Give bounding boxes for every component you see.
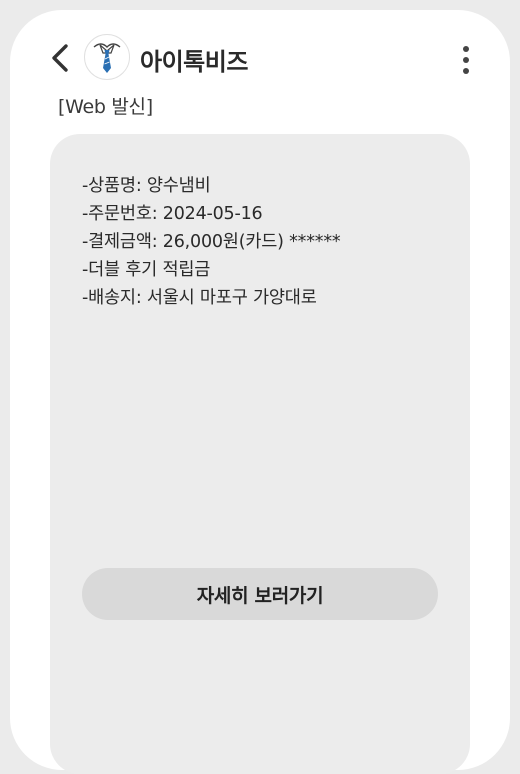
more-vertical-icon[interactable]: [456, 42, 476, 78]
sender-avatar[interactable]: [84, 34, 130, 80]
message-bubble: -상품명: 양수냄비 -주문번호: 2024-05-16 -결제금액: 26,0…: [50, 134, 470, 774]
view-details-button[interactable]: 자세히 보러가기: [82, 568, 438, 620]
chevron-left-icon[interactable]: [46, 40, 74, 76]
message-line: -상품명: 양수냄비: [82, 176, 211, 196]
message-line: -주문번호: 2024-05-16: [82, 204, 263, 224]
phone-frame: 아이톡비즈 [Web 발신] -상품명: 양수냄비 -주문번호: 2024-05…: [10, 10, 510, 774]
message-line: -배송지: 서울시 마포구 가양대로: [82, 288, 317, 308]
necktie-logo-icon: [93, 43, 121, 73]
sender-name: 아이톡비즈: [140, 48, 248, 76]
message-line: -결제금액: 26,000원(카드) ******: [82, 232, 341, 252]
chat-header: 아이톡비즈: [10, 34, 510, 98]
message-body: -상품명: 양수냄비 -주문번호: 2024-05-16 -결제금액: 26,0…: [82, 172, 341, 312]
web-sent-tag: [Web 발신]: [58, 96, 153, 118]
message-line: -더블 후기 적립금: [82, 260, 211, 280]
